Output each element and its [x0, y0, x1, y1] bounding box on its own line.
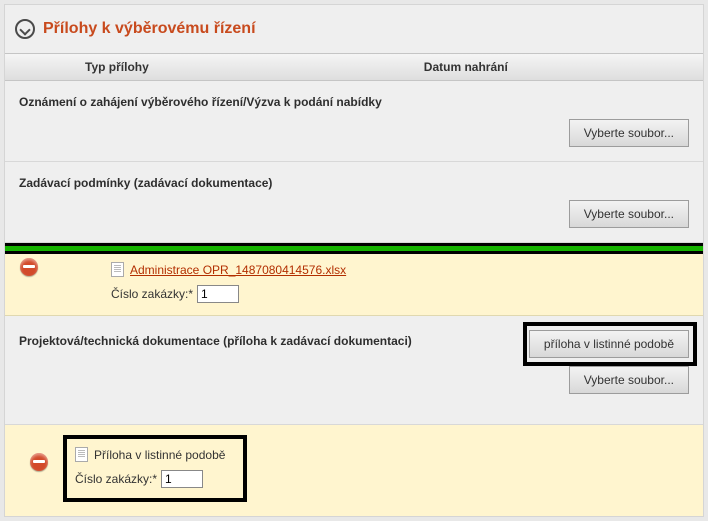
- order-number-label: Číslo zakázky:*: [111, 287, 193, 301]
- select-file-button[interactable]: Vyberte soubor...: [569, 366, 689, 394]
- attachment-type-label: Oznámení o zahájení výběrového řízení/Vý…: [19, 95, 689, 109]
- document-icon: [75, 447, 88, 462]
- order-number-input[interactable]: [161, 470, 203, 488]
- uploaded-file-row: Příloha v listinné podobě Číslo zakázky:…: [5, 425, 703, 516]
- order-number-input[interactable]: [197, 285, 239, 303]
- chevron-down-icon: [15, 19, 35, 39]
- select-file-button[interactable]: Vyberte soubor...: [569, 119, 689, 147]
- delete-icon[interactable]: [20, 258, 38, 276]
- section-title: Přílohy k výběrovému řízení: [43, 20, 256, 38]
- highlight-bar: [5, 243, 703, 254]
- file-text: Příloha v listinné podobě: [94, 448, 225, 462]
- attachment-row-project-docs: Projektová/technická dokumentace (příloh…: [5, 316, 703, 425]
- highlight-box: Příloha v listinné podobě Číslo zakázky:…: [63, 435, 247, 502]
- attachment-type-label: Zadávací podmínky (zadávací dokumentace): [19, 176, 689, 190]
- attachment-row-notice: Oznámení o zahájení výběrového řízení/Vý…: [5, 81, 703, 162]
- column-type-header: Typ přílohy: [5, 60, 424, 74]
- section-header[interactable]: Přílohy k výběrovému řízení: [5, 13, 703, 53]
- document-icon: [111, 262, 124, 277]
- column-date-header: Datum nahrání: [424, 60, 703, 74]
- paper-attachment-button[interactable]: příloha v listinné podobě: [529, 330, 689, 358]
- column-header-row: Typ přílohy Datum nahrání: [5, 53, 703, 81]
- order-number-label: Číslo zakázky:*: [75, 472, 157, 486]
- attachment-type-label: Projektová/technická dokumentace (příloh…: [19, 334, 439, 348]
- select-file-button[interactable]: Vyberte soubor...: [569, 200, 689, 228]
- attachment-row-conditions: Zadávací podmínky (zadávací dokumentace)…: [5, 162, 703, 243]
- uploaded-file-row: Administrace OPR_1487080414576.xlsx Čísl…: [5, 254, 703, 316]
- file-link[interactable]: Administrace OPR_1487080414576.xlsx: [130, 263, 346, 277]
- delete-icon[interactable]: [30, 453, 48, 471]
